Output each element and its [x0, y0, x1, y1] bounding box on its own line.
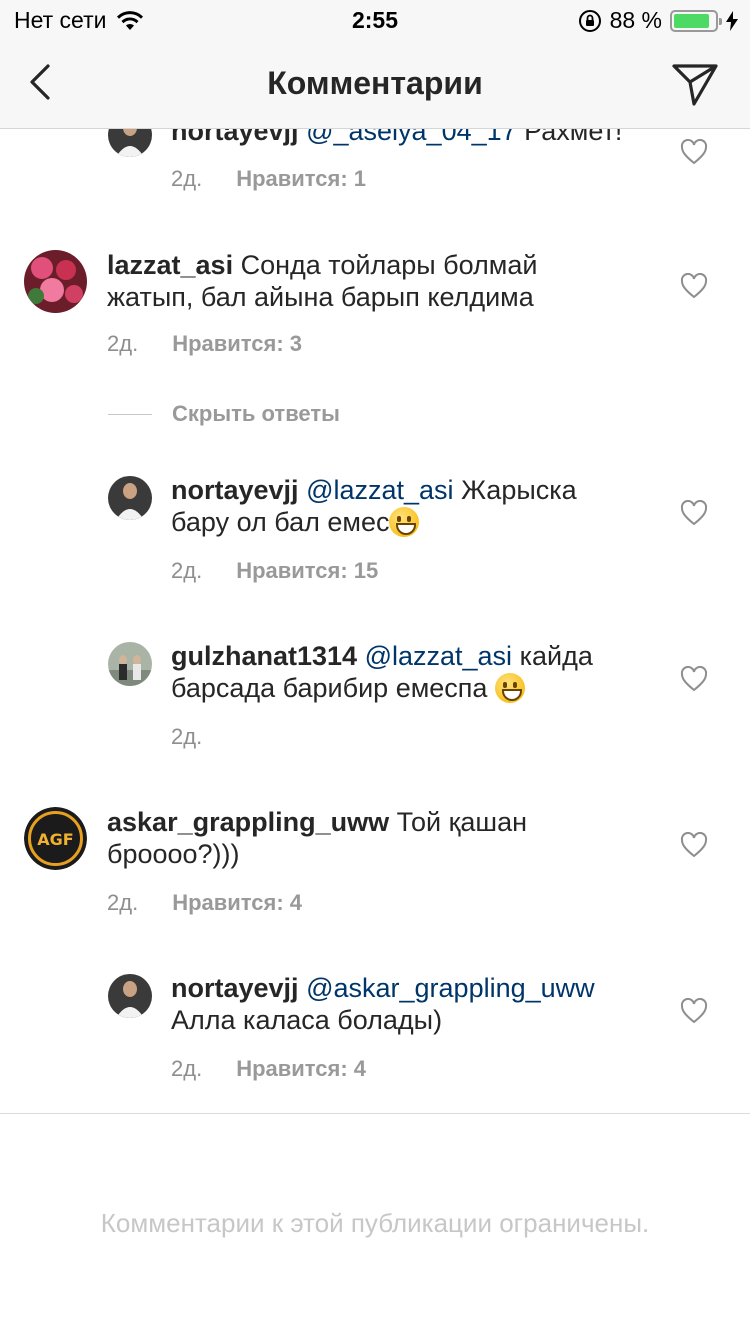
comment-time: 2д.	[107, 331, 139, 356]
battery-fill	[674, 13, 710, 28]
comment-username[interactable]: lazzat_asi	[107, 250, 233, 280]
paper-plane-icon[interactable]	[670, 58, 720, 108]
comment-text: lazzat_asi Сонда тойлары болмай жатып, б…	[107, 249, 537, 313]
comment-body: Той қашан	[389, 807, 527, 837]
comment-body: Рахмет!	[516, 129, 623, 146]
comment-meta: 2д. Нравится: 1	[171, 166, 366, 192]
comment-text: nortayevjj @lazzat_asi Жарыска бару ол б…	[171, 474, 577, 538]
comment-body-line2: жатып, бал айына барып келдима	[107, 282, 534, 312]
comment-meta: 2д. Нравится: 3	[107, 331, 302, 357]
grinning-emoji-icon	[389, 507, 420, 537]
comment-body: Сонда тойлары болмай	[233, 250, 538, 280]
comment-mention[interactable]: @askar_grappling_uww	[306, 973, 595, 1003]
svg-text:AGF: AGF	[37, 830, 73, 849]
comment-body-line2: бару ол бал емес	[171, 507, 390, 537]
comment-body-line2: Алла каласа болады)	[171, 1005, 443, 1035]
battery-group: 88 %	[570, 7, 738, 34]
avatar[interactable]	[24, 250, 87, 313]
comments-restricted-note: Комментарии к этой публикации ограничены…	[100, 1208, 650, 1238]
rotation-lock-icon	[578, 9, 601, 32]
status-bar: Нет сети 2:55 88 %	[0, 0, 750, 40]
comment-text: gulzhanat1314 @lazzat_asi кайда барсада …	[171, 640, 593, 704]
nav-bar: Комментарии	[0, 40, 750, 129]
comment-body-line2: брoooo?)))	[107, 839, 240, 869]
comment-likes[interactable]: Нравится: 15	[236, 558, 378, 584]
comment-time: 2д.	[171, 1056, 203, 1081]
heart-outline-icon[interactable]	[680, 273, 708, 299]
comment-likes[interactable]: Нравится: 3	[172, 331, 302, 357]
comment-body-line2: барсада барибир емеспа	[171, 673, 495, 703]
comment-body: кайда	[512, 641, 593, 671]
hide-replies-label: Скрыть ответы	[172, 401, 340, 426]
avatar[interactable]	[108, 476, 152, 520]
comment-meta: 2д. Нравится: 15	[171, 558, 378, 584]
comment-meta: 2д. Нравится: 4	[107, 890, 302, 916]
comment-username[interactable]: nortayevjj	[171, 973, 299, 1003]
comment-time: 2д.	[171, 166, 203, 191]
comment-time: 2д.	[171, 724, 203, 749]
bolt-icon	[726, 10, 738, 31]
avatar[interactable]	[108, 642, 152, 686]
comment-meta: 2д.	[171, 724, 236, 750]
battery-percent: 88 %	[609, 7, 662, 33]
comment-text: nortayevjj @askar_grappling_uww Алла кал…	[171, 972, 595, 1036]
comment-username[interactable]: nortayevjj	[171, 129, 299, 146]
heart-outline-icon[interactable]	[680, 666, 708, 692]
comment-username[interactable]: askar_grappling_uww	[107, 807, 389, 837]
comment-likes[interactable]: Нравится: 1	[236, 166, 366, 192]
comment-meta: 2д. Нравится: 4	[171, 1056, 366, 1082]
avatar[interactable]	[108, 129, 152, 157]
comment-mention[interactable]: @lazzat_asi	[365, 641, 512, 671]
comment-mention[interactable]: @lazzat_asi	[306, 475, 453, 505]
avatar[interactable]: AGF	[24, 807, 87, 870]
battery-icon	[670, 9, 722, 32]
comments-list: nortayevjj @_aselya_04_17 Рахмет! 2д. Нр…	[0, 129, 750, 1113]
comment-text: askar_grappling_uww Той қашан брoooo?)))	[107, 806, 527, 870]
comment-body: Жарыска	[453, 475, 577, 505]
avatar[interactable]	[108, 974, 152, 1018]
page-title: Комментарии	[267, 65, 483, 101]
divider	[0, 1113, 750, 1114]
heart-outline-icon[interactable]	[680, 139, 708, 165]
hide-replies-button[interactable]: Скрыть ответы	[108, 401, 340, 427]
hide-replies-line	[108, 413, 152, 415]
comment-likes[interactable]: Нравится: 4	[172, 890, 302, 916]
comment-mention[interactable]: @_aselya_04_17	[306, 129, 517, 146]
comment-likes[interactable]: Нравится: 4	[236, 1056, 366, 1082]
grinning-emoji-icon	[494, 673, 525, 703]
heart-outline-icon[interactable]	[680, 500, 708, 526]
comment-time: 2д.	[171, 558, 203, 583]
comment-username[interactable]: nortayevjj	[171, 475, 299, 505]
comment-text: nortayevjj @_aselya_04_17 Рахмет!	[171, 129, 622, 147]
heart-outline-icon[interactable]	[680, 998, 708, 1024]
heart-outline-icon[interactable]	[680, 832, 708, 858]
comment-username[interactable]: gulzhanat1314	[171, 641, 357, 671]
comment-time: 2д.	[107, 890, 139, 915]
